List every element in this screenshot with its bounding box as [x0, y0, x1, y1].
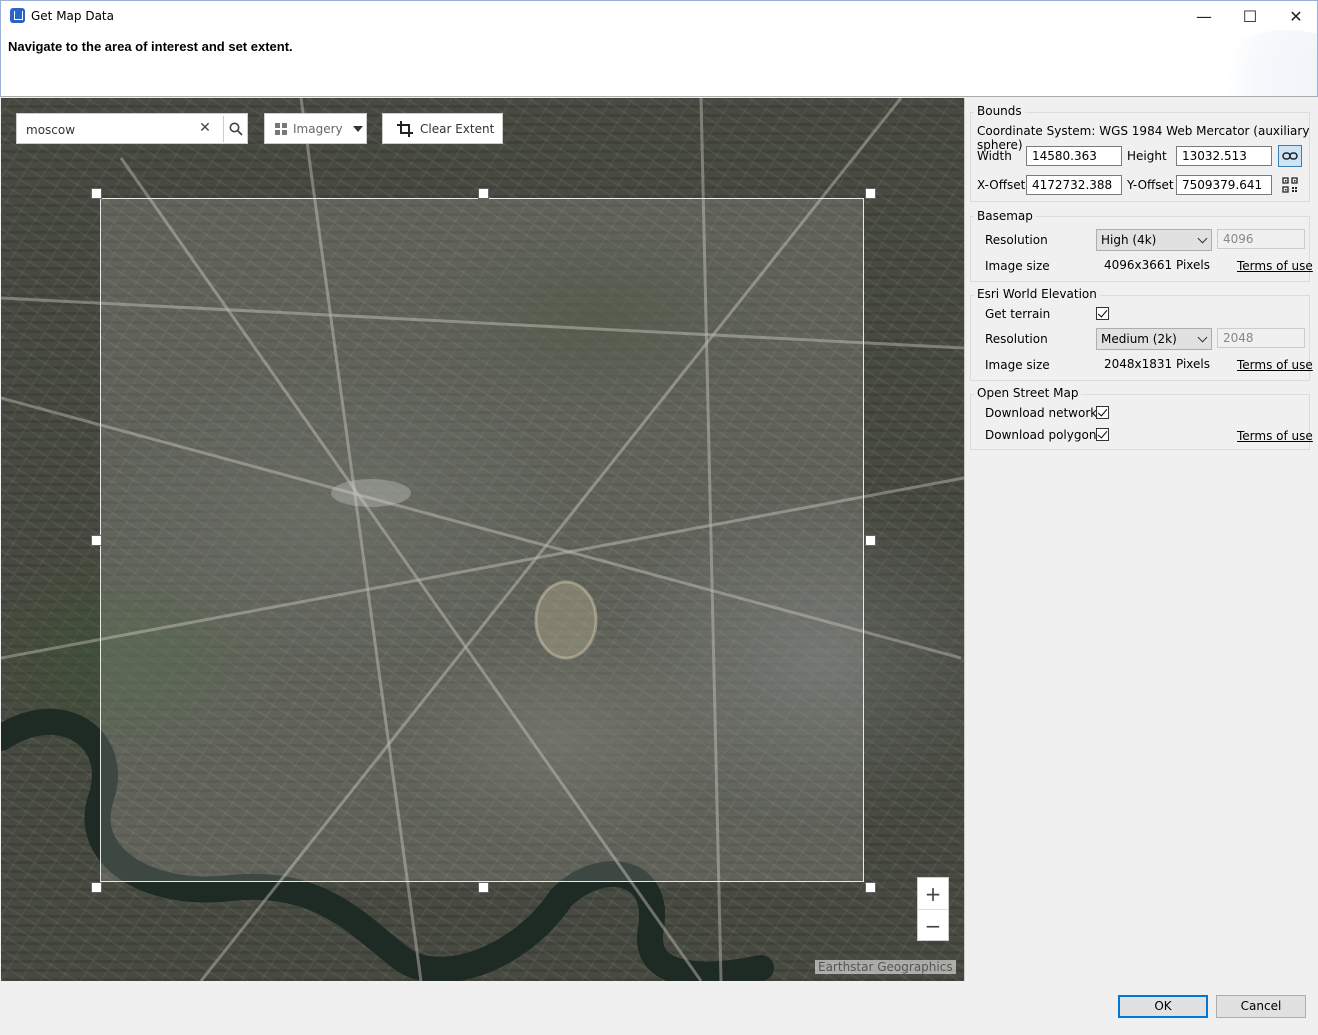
map-view[interactable]: ✕ Imagery Clear Extent Earthstar Geograp… — [1, 98, 964, 981]
settings-panel: Bounds Coordinate System: WGS 1984 Web M… — [964, 98, 1317, 981]
extent-handle-bottom[interactable] — [478, 882, 489, 893]
map-attribution: Earthstar Geographics — [815, 960, 956, 974]
extent-handle-left[interactable] — [91, 535, 102, 546]
xoffset-input[interactable]: 4172732.388 — [1026, 175, 1122, 195]
width-input[interactable]: 14580.363 — [1026, 146, 1122, 166]
chevron-down-icon — [1197, 233, 1208, 244]
basemap-image-size-label: Image size — [985, 259, 1050, 273]
clear-extent-label: Clear Extent — [420, 121, 495, 136]
elevation-resolution-value: Medium (2k) — [1101, 332, 1177, 346]
header-decoration — [1197, 30, 1317, 96]
minimize-button[interactable]: — — [1181, 1, 1227, 31]
basemap-resolution-label: Resolution — [985, 233, 1048, 247]
osm-title: Open Street Map — [974, 386, 1082, 400]
extent-rectangle[interactable] — [100, 198, 864, 882]
link-aspect-button[interactable] — [1278, 145, 1302, 167]
crop-icon — [397, 120, 413, 137]
elevation-resolution-label: Resolution — [985, 332, 1048, 346]
extent-handle-bottom-right[interactable] — [865, 882, 876, 893]
osm-terms-link[interactable]: Terms of use — [1237, 429, 1313, 443]
basemap-terms-link[interactable]: Terms of use — [1237, 259, 1313, 273]
search-input[interactable] — [18, 115, 204, 144]
instruction-text: Navigate to the area of interest and set… — [8, 39, 293, 54]
elevation-pixels-input: 2048 — [1217, 328, 1305, 348]
extent-handle-top[interactable] — [478, 188, 489, 199]
window-title: Get Map Data — [31, 9, 114, 23]
basemap-image-size-value: 4096x3661 Pixels — [1104, 258, 1211, 272]
search-icon — [229, 122, 243, 136]
caret-down-icon — [352, 125, 363, 132]
app-icon — [10, 8, 25, 23]
basemap-dropdown[interactable]: Imagery — [264, 113, 367, 144]
zoom-control: + − — [917, 877, 949, 941]
close-button[interactable]: ✕ — [1273, 1, 1318, 31]
maximize-button[interactable]: ☐ — [1227, 1, 1273, 31]
chevron-down-icon — [1197, 332, 1208, 343]
elevation-image-size-label: Image size — [985, 358, 1050, 372]
clear-extent-button[interactable]: Clear Extent — [382, 113, 503, 144]
elevation-terms-link[interactable]: Terms of use — [1237, 358, 1313, 372]
extent-handle-top-right[interactable] — [865, 188, 876, 199]
grid-icon — [275, 122, 287, 135]
center-extent-button[interactable] — [1278, 174, 1302, 196]
get-terrain-checkbox[interactable] — [1096, 307, 1109, 320]
download-networks-checkbox[interactable] — [1096, 406, 1109, 419]
download-networks-label: Download networks — [985, 406, 1104, 420]
basemap-title: Basemap — [974, 209, 1036, 223]
yoffset-label: Y-Offset — [1127, 178, 1174, 192]
width-label: Width — [977, 149, 1012, 163]
zoom-out-button[interactable]: − — [918, 910, 948, 941]
elevation-image-size-value: 2048x1831 Pixels — [1104, 357, 1211, 371]
basemap-resolution-select[interactable]: High (4k) — [1096, 229, 1212, 251]
clear-search-icon[interactable]: ✕ — [197, 120, 213, 138]
basemap-dropdown-label: Imagery — [293, 121, 343, 136]
search-button[interactable] — [223, 116, 248, 142]
extent-handle-right[interactable] — [865, 535, 876, 546]
download-polygons-label: Download polygons — [985, 428, 1103, 442]
link-icon — [1282, 152, 1298, 160]
qr-grid-icon — [1282, 177, 1298, 193]
elevation-title: Esri World Elevation — [974, 287, 1100, 301]
height-input[interactable]: 13032.513 — [1176, 146, 1272, 166]
zoom-in-button[interactable]: + — [918, 878, 948, 910]
elevation-resolution-select[interactable]: Medium (2k) — [1096, 328, 1212, 350]
get-terrain-label: Get terrain — [985, 307, 1051, 321]
download-polygons-checkbox[interactable] — [1096, 428, 1109, 441]
basemap-pixels-input: 4096 — [1217, 229, 1305, 249]
search-box: ✕ — [16, 113, 248, 144]
extent-handle-top-left[interactable] — [91, 188, 102, 199]
title-bar: Get Map Data — ☐ ✕ — [0, 0, 1318, 31]
cancel-button[interactable]: Cancel — [1216, 995, 1306, 1018]
ok-button[interactable]: OK — [1118, 995, 1208, 1018]
extent-handle-bottom-left[interactable] — [91, 882, 102, 893]
bounds-title: Bounds — [974, 104, 1025, 118]
height-label: Height — [1127, 149, 1167, 163]
basemap-resolution-value: High (4k) — [1101, 233, 1157, 247]
dialog-header: Navigate to the area of interest and set… — [0, 30, 1318, 97]
yoffset-input[interactable]: 7509379.641 — [1176, 175, 1272, 195]
xoffset-label: X-Offset — [977, 178, 1026, 192]
